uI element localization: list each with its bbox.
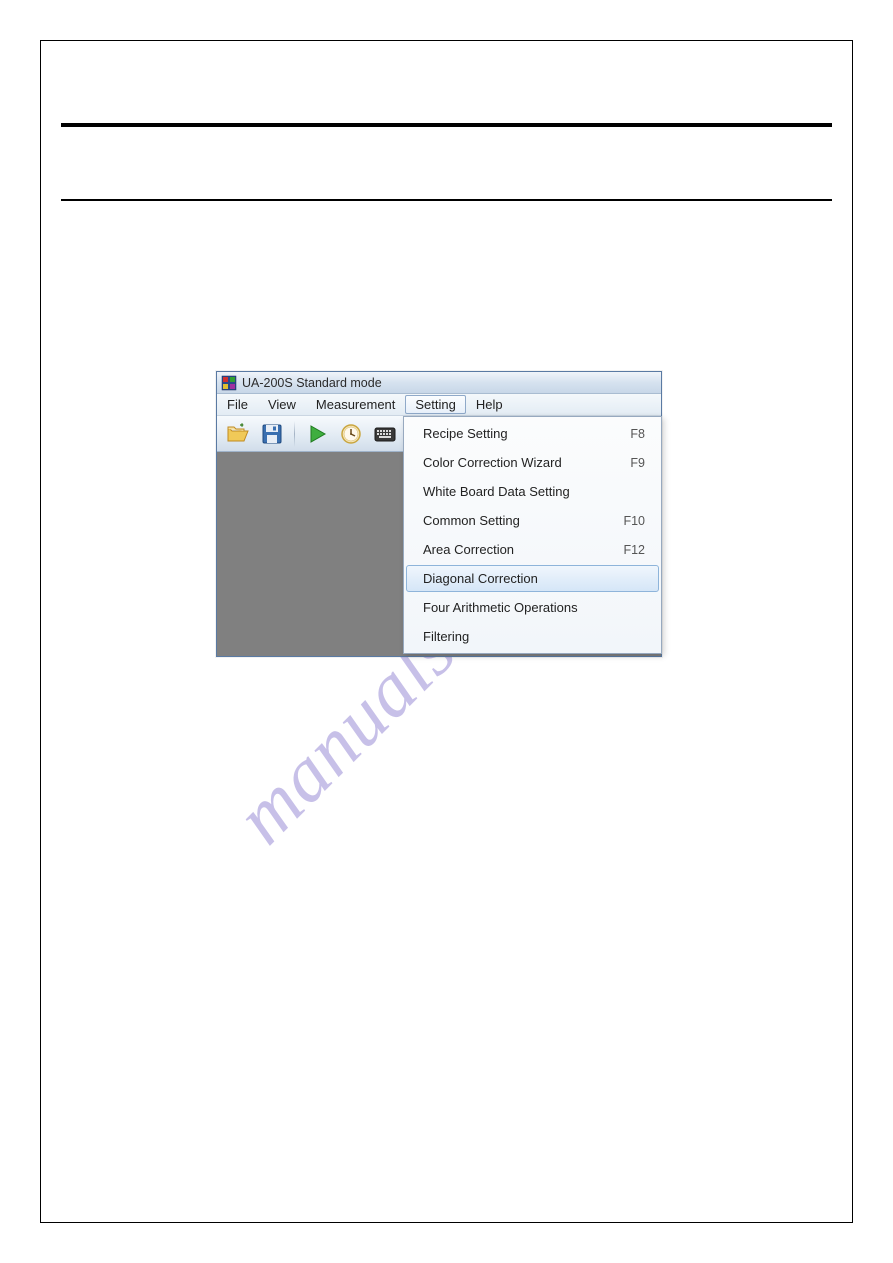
menu-item-label: Color Correction Wizard bbox=[423, 455, 562, 470]
open-button[interactable] bbox=[223, 419, 253, 449]
menu-measurement[interactable]: Measurement bbox=[306, 394, 405, 415]
play-button[interactable] bbox=[302, 419, 332, 449]
menubar: File View Measurement Setting Help bbox=[217, 394, 661, 416]
app-icon bbox=[221, 375, 237, 391]
titlebar: UA-200S Standard mode bbox=[217, 372, 661, 394]
menu-color-correction-wizard[interactable]: Color Correction Wizard F9 bbox=[406, 448, 659, 477]
document-page: manualshive.com UA-200S Standard mode Fi… bbox=[40, 40, 853, 1223]
setting-dropdown-menu: Recipe Setting F8 Color Correction Wizar… bbox=[403, 416, 662, 654]
clock-button[interactable] bbox=[336, 419, 366, 449]
menu-item-label: Recipe Setting bbox=[423, 426, 508, 441]
application-window: UA-200S Standard mode File View Measurem… bbox=[216, 371, 662, 657]
horizontal-rule-thick bbox=[61, 123, 832, 127]
menu-common-setting[interactable]: Common Setting F10 bbox=[406, 506, 659, 535]
menu-view[interactable]: View bbox=[258, 394, 306, 415]
menu-item-shortcut: F12 bbox=[623, 543, 645, 557]
menu-help[interactable]: Help bbox=[466, 394, 513, 415]
menu-diagonal-correction[interactable]: Diagonal Correction bbox=[406, 565, 659, 592]
menu-item-shortcut: F8 bbox=[630, 427, 645, 441]
toolbar-separator bbox=[294, 421, 295, 447]
menu-item-label: Four Arithmetic Operations bbox=[423, 600, 578, 615]
keyboard-icon bbox=[374, 425, 396, 443]
horizontal-rule-thin bbox=[61, 199, 832, 201]
clock-icon bbox=[339, 422, 363, 446]
window-title: UA-200S Standard mode bbox=[242, 376, 382, 390]
save-icon bbox=[260, 422, 284, 446]
menu-file[interactable]: File bbox=[217, 394, 258, 415]
play-icon bbox=[306, 423, 328, 445]
open-icon bbox=[226, 422, 250, 446]
menu-area-correction[interactable]: Area Correction F12 bbox=[406, 535, 659, 564]
menu-setting[interactable]: Setting bbox=[405, 395, 465, 414]
menu-item-label: Diagonal Correction bbox=[423, 571, 538, 586]
menu-filtering[interactable]: Filtering bbox=[406, 622, 659, 651]
menu-item-shortcut: F10 bbox=[623, 514, 645, 528]
keyboard-button[interactable] bbox=[370, 419, 400, 449]
menu-white-board-data-setting[interactable]: White Board Data Setting bbox=[406, 477, 659, 506]
menu-item-shortcut: F9 bbox=[630, 456, 645, 470]
menu-item-label: Common Setting bbox=[423, 513, 520, 528]
menu-item-label: Area Correction bbox=[423, 542, 514, 557]
menu-item-label: Filtering bbox=[423, 629, 469, 644]
save-button[interactable] bbox=[257, 419, 287, 449]
menu-item-label: White Board Data Setting bbox=[423, 484, 570, 499]
menu-four-arithmetic-operations[interactable]: Four Arithmetic Operations bbox=[406, 593, 659, 622]
menu-recipe-setting[interactable]: Recipe Setting F8 bbox=[406, 419, 659, 448]
